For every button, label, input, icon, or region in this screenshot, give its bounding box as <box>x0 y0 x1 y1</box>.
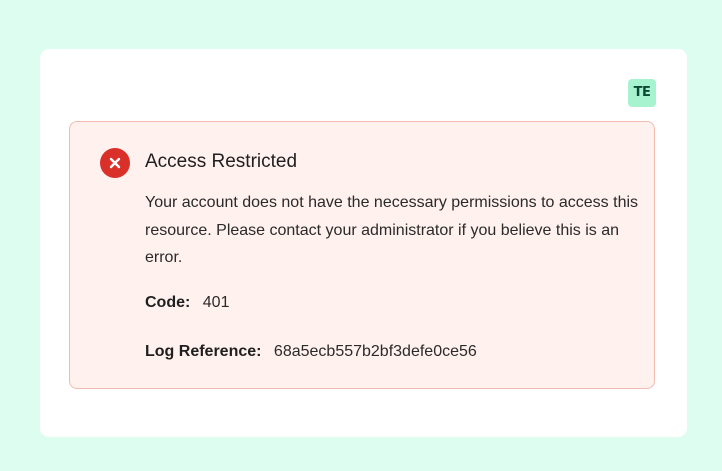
code-field: Code: 401 <box>145 292 229 314</box>
log-reference-value: 68a5ecb557b2bf3defe0ce56 <box>273 343 477 360</box>
error-alert: Access Restricted Your account does not … <box>69 121 655 389</box>
code-value: 401 <box>202 294 230 311</box>
log-reference-field: Log Reference: 68a5ecb557b2bf3defe0ce56 <box>145 341 477 363</box>
alert-title: Access Restricted <box>145 151 298 172</box>
logo-badge: TE <box>628 79 656 107</box>
card: TE Access Restricted Your account does n… <box>40 49 687 437</box>
log-reference-label: Log Reference: <box>145 343 262 360</box>
alert-message: Your account does not have the necessary… <box>145 194 639 266</box>
code-label: Code: <box>145 294 191 311</box>
error-x-icon <box>100 148 130 178</box>
